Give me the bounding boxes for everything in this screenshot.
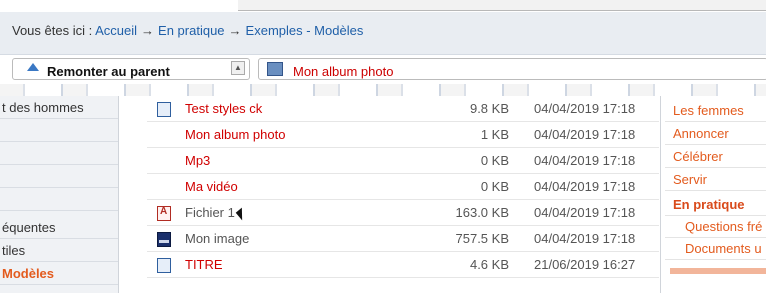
file-date: 04/04/2019 17:18 [534, 231, 636, 246]
file-size: 0 KB [480, 179, 509, 194]
right-nav-subitem[interactable]: Questions fré [665, 216, 766, 238]
right-nav-highlight [670, 268, 766, 274]
file-date: 04/04/2019 17:18 [534, 205, 636, 220]
pdf-icon [157, 206, 171, 221]
left-nav-label: tiles [2, 243, 26, 258]
breadcrumb-link-accueil[interactable]: Accueil [95, 23, 137, 38]
parent-folder-label: Remonter au parent [47, 64, 170, 79]
right-nav-label: Questions fré [685, 219, 763, 234]
scroll-up-icon[interactable]: ▲ [231, 61, 245, 75]
left-nav-item[interactable] [0, 165, 118, 188]
top-toolbar-strip [238, 0, 766, 11]
right-nav-item[interactable]: Annoncer [665, 123, 766, 145]
right-nav-item[interactable]: Célébrer [665, 146, 766, 168]
left-navigation: t des hommes équentes tiles Modèles [0, 96, 119, 293]
breadcrumb-link-en-pratique[interactable]: En pratique [158, 23, 225, 38]
right-nav-label: Annoncer [673, 126, 729, 141]
file-name[interactable]: Mon image [185, 231, 249, 246]
file-date: 04/04/2019 17:18 [534, 127, 636, 142]
file-row[interactable]: Ma vidéo 0 KB 04/04/2019 17:18 [147, 174, 659, 200]
breadcrumb-separator: → [228, 23, 242, 38]
right-nav-label: Célébrer [673, 149, 723, 164]
file-row[interactable]: Mon image 757.5 KB 04/04/2019 17:18 [147, 226, 659, 252]
file-size: 163.0 KB [455, 205, 510, 220]
right-nav-label: Servir [673, 172, 707, 187]
file-row[interactable]: Test styles ck 9.8 KB 04/04/2019 17:18 [147, 96, 659, 122]
left-nav-label: t des hommes [2, 100, 84, 115]
document-icon [157, 102, 171, 117]
left-nav-item[interactable]: tiles [0, 239, 118, 262]
file-row[interactable]: TITRE 4.6 KB 21/06/2019 16:27 [147, 252, 659, 278]
album-icon [267, 62, 283, 76]
file-name[interactable]: Test styles ck [185, 101, 262, 116]
album-folder-label: Mon album photo [293, 64, 394, 79]
panel-gutter [119, 96, 148, 293]
breadcrumb: Vous êtes ici : Accueil → En pratique → Exem… [12, 23, 363, 38]
parent-folder-button[interactable]: Remonter au parent ▲ [12, 58, 250, 80]
file-date: 04/04/2019 17:18 [534, 101, 636, 116]
file-size: 1 KB [480, 127, 509, 142]
left-nav-item[interactable] [0, 188, 118, 211]
file-name[interactable]: Fichier 1 [185, 205, 235, 220]
file-date: 04/04/2019 17:18 [534, 153, 636, 168]
file-row[interactable]: Mp3 0 KB 04/04/2019 17:18 [147, 148, 659, 174]
breadcrumb-separator: → [141, 23, 155, 38]
document-icon [157, 258, 171, 273]
left-nav-label: équentes [2, 220, 56, 235]
file-name[interactable]: TITRE [185, 257, 223, 272]
right-nav-item[interactable]: Les femmes [665, 100, 766, 122]
left-nav-item[interactable]: équentes [0, 216, 118, 239]
file-size: 757.5 KB [455, 231, 510, 246]
file-row[interactable]: Fichier 1 163.0 KB 04/04/2019 17:18 [147, 200, 659, 226]
up-arrow-icon [27, 63, 39, 71]
file-name[interactable]: Mp3 [185, 153, 210, 168]
left-nav-item[interactable] [0, 142, 118, 165]
album-folder-button[interactable]: Mon album photo [258, 58, 766, 80]
file-list: Test styles ck 9.8 KB 04/04/2019 17:18 M… [147, 96, 659, 293]
left-nav-item[interactable]: t des hommes [0, 96, 118, 119]
right-nav-item-active[interactable]: En pratique [665, 194, 766, 216]
right-nav-label: Les femmes [673, 103, 744, 118]
file-size: 0 KB [480, 153, 509, 168]
file-name[interactable]: Ma vidéo [185, 179, 238, 194]
right-nav-item[interactable]: Servir [665, 169, 766, 191]
right-navigation: Les femmes Annoncer Célébrer Servir En p… [660, 96, 766, 293]
file-row[interactable]: Mon album photo 1 KB 04/04/2019 17:18 [147, 122, 659, 148]
file-size: 4.6 KB [469, 257, 509, 272]
right-nav-label: Documents u [685, 241, 762, 256]
breadcrumb-prefix: Vous êtes ici : [12, 23, 93, 38]
right-nav-label: En pratique [673, 197, 745, 212]
image-icon [157, 232, 171, 247]
left-nav-item[interactable] [0, 119, 118, 142]
file-date: 04/04/2019 17:18 [534, 179, 636, 194]
breadcrumb-link-exemples-modeles[interactable]: Exemples - Modèles [246, 23, 364, 38]
file-size: 9.8 KB [469, 101, 509, 116]
right-nav-subitem[interactable]: Documents u [665, 238, 766, 260]
file-name[interactable]: Mon album photo [185, 127, 285, 142]
file-date: 21/06/2019 16:27 [534, 257, 636, 272]
left-nav-label: Modèles [2, 266, 55, 281]
left-nav-item-active[interactable]: Modèles [0, 262, 118, 285]
